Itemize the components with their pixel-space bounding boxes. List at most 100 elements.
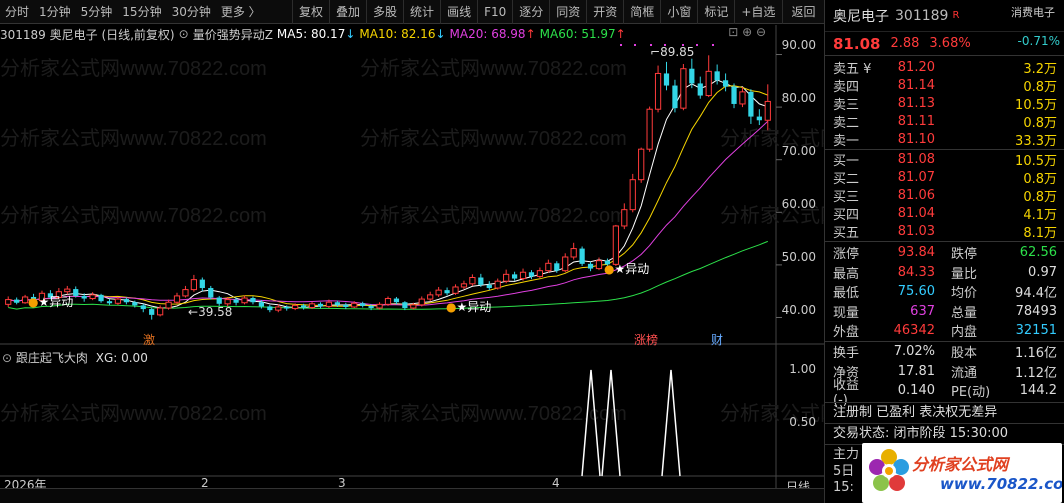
candle-body [756, 116, 762, 121]
down-arrow-icon: ↓ [435, 27, 446, 41]
candle-body [697, 83, 703, 96]
subchart-title[interactable]: 跟庄起飞大肉 [16, 351, 88, 365]
tab-30min[interactable]: 30分钟 [167, 3, 216, 20]
candle-body [258, 302, 265, 307]
back-button[interactable]: 返回 [782, 0, 824, 24]
candle-body [21, 296, 29, 304]
candle-body [267, 306, 273, 311]
candle-body [638, 148, 645, 181]
overlay-button[interactable]: 叠加 [329, 0, 366, 24]
dropdown-icon[interactable]: ⊙ [2, 351, 12, 365]
subchart-header: ⊙ 跟庄起飞大肉 XG: 0.00 [2, 349, 148, 366]
candle-body [173, 295, 181, 303]
candle-body [5, 299, 12, 305]
bottom-tab-strip[interactable] [0, 488, 824, 503]
candle-body [536, 270, 544, 277]
bid-row[interactable]: 买一 81.08 10.5万 [825, 150, 1064, 169]
indicator-tools-icon[interactable]: ⊡ ⊕ ⊖ [728, 25, 766, 39]
sector-box[interactable]: 消费电子 [1006, 6, 1060, 19]
down-arrow-icon: ↓ [345, 27, 356, 41]
stock-period-label: 301189 奥尼电子 (日线,前复权) [0, 27, 175, 42]
by-minute-button[interactable]: 逐分 [512, 0, 549, 24]
bid-row[interactable]: 买三 81.06 0.8万 [825, 186, 1064, 205]
candle-body [300, 305, 307, 308]
ask-row[interactable]: 卖三 81.13 10.5万 [825, 94, 1064, 113]
stats-button[interactable]: 统计 [403, 0, 440, 24]
candle-body [123, 299, 129, 303]
stats-grid-2: 换手 7.02% 股本 1.16亿 净资 17.81 流通 1.12亿 收益(-) 0.140… [825, 342, 1064, 408]
event-marker-zhangting[interactable]: 涨榜 [634, 331, 658, 348]
moneybag-icon: ● [446, 300, 457, 314]
multi-stock-button[interactable]: 多股 [366, 0, 403, 24]
event-marker-cai[interactable]: 财 [711, 331, 723, 348]
candle-body [587, 263, 594, 269]
candle-body [317, 303, 324, 307]
candle-body [528, 272, 535, 277]
ask-row[interactable]: 卖一 81.10 33.3万 [825, 131, 1064, 149]
ask-book: 卖五 ¥81.20 3.2万 卖四 81.14 0.8万 卖三 81.13 10.5万 卖… [825, 58, 1064, 150]
signal-badge: ●★异动 [446, 300, 492, 314]
tab-15min[interactable]: 15分钟 [117, 3, 166, 20]
sector-name: 消费电子 [1011, 6, 1055, 19]
ask-row[interactable]: 卖五 ¥81.20 3.2万 [825, 58, 1064, 77]
candle-body [89, 294, 96, 300]
moneybag-icon: ● [604, 262, 615, 276]
simple-frame-button[interactable]: 简框 [623, 0, 660, 24]
kaizi-button[interactable]: 开资 [586, 0, 623, 24]
small-window-button[interactable]: 小窗 [660, 0, 697, 24]
candle-body [494, 280, 501, 289]
bid-row[interactable]: 买四 81.04 4.1万 [825, 205, 1064, 223]
candle-body [241, 297, 248, 304]
fuquan-button[interactable]: 复权 [292, 0, 329, 24]
price-axis-label: 50.00 [781, 250, 816, 264]
candle-body [73, 289, 79, 296]
tongzi-button[interactable]: 同资 [549, 0, 586, 24]
ma5-line [8, 79, 768, 309]
indicator-name[interactable]: 量价强势异动Z [193, 26, 273, 43]
candle-body [595, 260, 603, 270]
candle-body [418, 298, 425, 306]
f10-button[interactable]: F10 [477, 0, 512, 24]
last-price: 81.08 [833, 34, 881, 53]
ma10-line [8, 85, 768, 307]
price-axis-label: 80.00 [781, 91, 816, 105]
tab-more[interactable]: 更多 〉 [216, 3, 266, 20]
watermark-text: 分析家公式网www.70822.com [0, 57, 267, 80]
tab-fenshi[interactable]: 分时 [0, 3, 34, 20]
indicator-bar: 301189 奥尼电子 (日线,前复权) ⊙ 量价强势异动Z MA5: 80.1… [0, 25, 776, 43]
draw-line-button[interactable]: 画线 [440, 0, 477, 24]
flower-logo-icon [869, 449, 909, 491]
bid-row[interactable]: 买二 81.07 0.8万 [825, 168, 1064, 187]
candle-body [689, 68, 695, 84]
tab-1min[interactable]: 1分钟 [34, 3, 76, 20]
candle-body [654, 72, 662, 110]
candle-body [81, 295, 87, 299]
watermark-text: 分析家公式网www.70822.com [360, 57, 627, 80]
dropdown-icon[interactable]: ⊙ [179, 27, 189, 41]
price-axis-label: 40.00 [781, 303, 816, 317]
tab-5min[interactable]: 5分钟 [76, 3, 118, 20]
candle-body [579, 248, 585, 264]
event-marker-ji[interactable]: 激 [143, 331, 155, 348]
candle-body [478, 277, 484, 285]
candle-body [739, 91, 746, 105]
trading-app: 分析家公式网www.70822.com 分析家公式网www.70822.com 分析… [0, 0, 1064, 503]
quote-panel: 奥尼电子 301189 R 消费电子 81.08 2.88 3.68% -0.7… [824, 0, 1064, 503]
candle-body [149, 309, 155, 315]
candle-body [545, 262, 552, 272]
watermark-text: 分析家公式网www.70822.com [0, 127, 267, 150]
candle-body [233, 299, 239, 303]
stats-row: 外盘 46342 内盘 32151 [833, 323, 1057, 341]
candle-body [731, 86, 737, 104]
add-watchlist-button[interactable]: +自选 [734, 0, 781, 24]
bid-row[interactable]: 买五 81.03 8.1万 [825, 223, 1064, 241]
candle-body [554, 263, 560, 271]
top-dot-marker [620, 44, 622, 46]
signal-badge: ●★异动 [28, 295, 74, 309]
ask-row[interactable]: 卖四 81.14 0.8万 [825, 76, 1064, 95]
ask-row[interactable]: 卖二 81.11 0.8万 [825, 113, 1064, 131]
mark-button[interactable]: 标记 [697, 0, 734, 24]
watermark-text: 分析家公式网www.70822.com [0, 402, 267, 425]
stats-row: 换手 7.02% 股本 1.16亿 [833, 344, 1057, 362]
candle-body [452, 286, 459, 294]
